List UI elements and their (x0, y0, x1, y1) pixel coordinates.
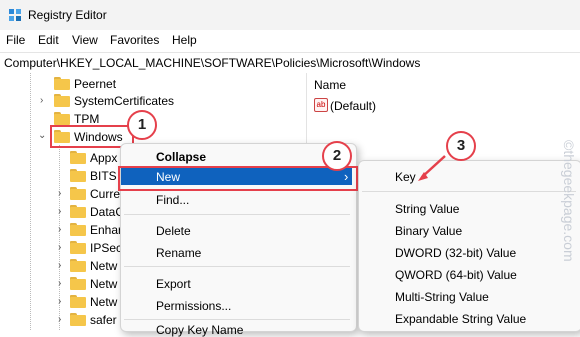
watermark: ©thegeekpage.com (561, 140, 576, 262)
step-badge-3: 3 (446, 131, 476, 161)
step-badge-2: 2 (322, 141, 352, 171)
annotation-arrows (418, 155, 446, 181)
annotation-arrow (421, 155, 446, 178)
watermark-text: ©thegeekpage.com (561, 140, 576, 262)
step-badge-1: 1 (127, 110, 157, 140)
